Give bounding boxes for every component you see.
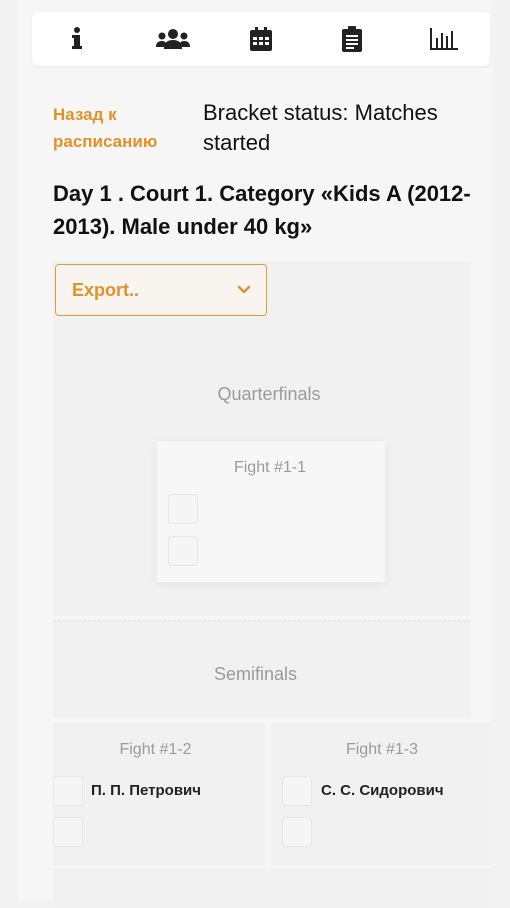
fighter-name: С. С. Сидорович (321, 782, 444, 799)
top-nav (32, 12, 490, 66)
back-to-schedule-link[interactable]: Назад к расписанию (53, 101, 193, 155)
fighter-slot[interactable] (168, 536, 198, 566)
info-icon[interactable] (62, 26, 92, 52)
fight-card[interactable]: Fight #1-1 (157, 441, 385, 582)
chevron-down-icon (238, 285, 250, 294)
fight-title: Fight #1-2 (119, 741, 192, 758)
export-dropdown[interactable]: Export.. (55, 264, 267, 316)
page-title: Day 1 . Court 1. Category «Kids A (2012-… (53, 181, 471, 239)
round-title-semifinals: Semifinals (213, 664, 298, 684)
fight-title: Fight #1-3 (345, 741, 419, 758)
fighter-slot[interactable] (53, 776, 83, 806)
fight-card[interactable]: Fight #1-3 С. С. Сидорович (271, 722, 493, 866)
fight-title: Fight #1-1 (233, 459, 307, 476)
fighter-slot[interactable] (282, 817, 312, 847)
users-icon[interactable] (153, 26, 193, 52)
round-title-quarterfinals: Quarterfinals (217, 384, 321, 404)
fighter-slot[interactable] (168, 494, 198, 524)
export-label: Export.. (72, 280, 140, 300)
fight-card[interactable]: Fight #1-2 П. П. Петрович (53, 722, 265, 866)
fighter-slot[interactable] (282, 776, 312, 806)
bracket-status: Bracket status: Matches started (203, 100, 438, 155)
calendar-icon[interactable] (246, 26, 276, 52)
final-section (53, 868, 493, 908)
fighter-slot[interactable] (53, 817, 83, 847)
clipboard-icon[interactable] (337, 26, 367, 52)
fighter-name: П. П. Петрович (91, 782, 201, 799)
bar-chart-icon[interactable] (429, 26, 459, 52)
